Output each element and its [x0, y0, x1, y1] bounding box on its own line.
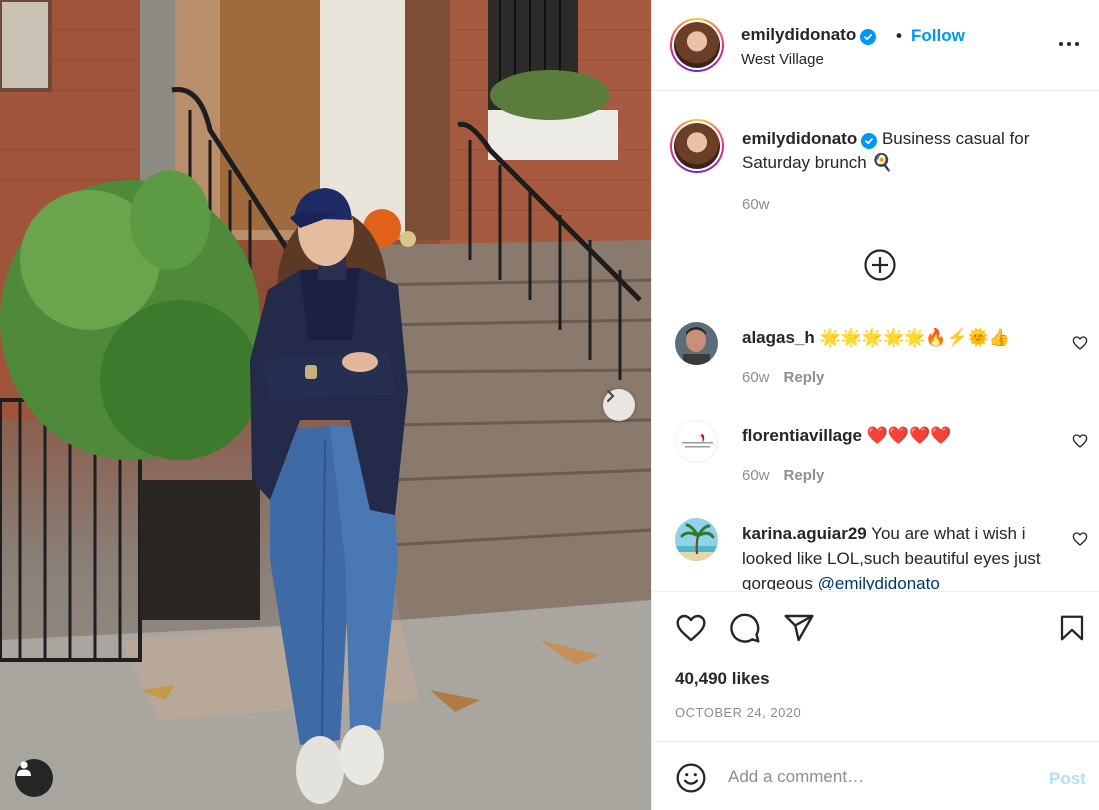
avatar-photo	[675, 322, 718, 365]
chevron-right-icon	[607, 390, 615, 402]
comment-timestamp[interactable]: 60w	[742, 467, 770, 484]
tagged-users-button[interactable]	[15, 759, 53, 797]
post-image[interactable]	[0, 0, 651, 810]
post-location[interactable]: West Village	[741, 51, 824, 68]
comment-text: 🌟🌟🌟🌟🌟🔥⚡🌞👍	[819, 328, 1011, 347]
comment-text: ❤️❤️❤️❤️	[866, 426, 952, 445]
header-separator: •	[896, 26, 902, 45]
reply-button[interactable]: Reply	[784, 369, 825, 386]
commenter-avatar[interactable]	[675, 518, 718, 561]
commenter-username[interactable]: karina.aguiar29	[742, 524, 867, 543]
comment-icon[interactable]	[729, 612, 761, 644]
emoji-icon[interactable]	[675, 762, 707, 794]
reply-button[interactable]: Reply	[784, 467, 825, 484]
commenter-username[interactable]: florentiavillage	[742, 426, 862, 445]
heart-icon[interactable]	[1072, 335, 1088, 351]
post-comment-button[interactable]: Post	[1049, 769, 1086, 789]
post-photo	[0, 0, 651, 810]
commenter-avatar[interactable]	[675, 420, 718, 463]
author-avatar[interactable]	[670, 18, 724, 72]
heart-icon[interactable]	[675, 612, 707, 644]
follow-button[interactable]: Follow	[911, 26, 965, 46]
share-icon[interactable]	[783, 612, 815, 644]
caption-avatar[interactable]	[670, 119, 724, 173]
palm-tree-photo	[675, 518, 718, 561]
bookmark-icon[interactable]	[1057, 612, 1087, 644]
load-more-icon[interactable]	[863, 248, 897, 282]
caption-timestamp[interactable]: 60w	[742, 196, 770, 213]
more-icon[interactable]	[1057, 32, 1081, 56]
comment-composer: Post	[652, 741, 1099, 810]
commenter-avatar[interactable]	[675, 322, 718, 365]
florentia-village-logo	[676, 421, 717, 462]
verified-icon	[860, 29, 877, 45]
post-caption: emilydidonato Business casual for Saturd…	[742, 127, 1072, 175]
heart-icon[interactable]	[1072, 433, 1088, 449]
comments-list[interactable]: emilydidonato Business casual for Saturd…	[652, 92, 1099, 590]
like-count[interactable]: 40,490 likes	[675, 669, 770, 689]
comment-mention[interactable]: @emilydidonato	[818, 574, 940, 590]
next-image-button[interactable]	[603, 389, 635, 421]
caption-username[interactable]: emilydidonato	[742, 129, 857, 148]
comment-input[interactable]	[728, 764, 1028, 790]
comment-timestamp[interactable]: 60w	[742, 369, 770, 386]
heart-icon[interactable]	[1072, 531, 1088, 547]
verified-icon	[861, 133, 878, 149]
author-username-text[interactable]: emilydidonato	[741, 25, 856, 44]
author-username[interactable]: emilydidonato	[741, 25, 877, 45]
commenter-username[interactable]: alagas_h	[742, 328, 815, 347]
user-tag-icon	[17, 761, 31, 776]
post-actions: 40,490 likes OCTOBER 24, 2020	[652, 591, 1099, 741]
post-date[interactable]: OCTOBER 24, 2020	[675, 705, 801, 720]
post-header: emilydidonato • Follow West Village	[652, 0, 1099, 91]
post-details-panel: emilydidonato • Follow West Village emil…	[651, 0, 1099, 810]
